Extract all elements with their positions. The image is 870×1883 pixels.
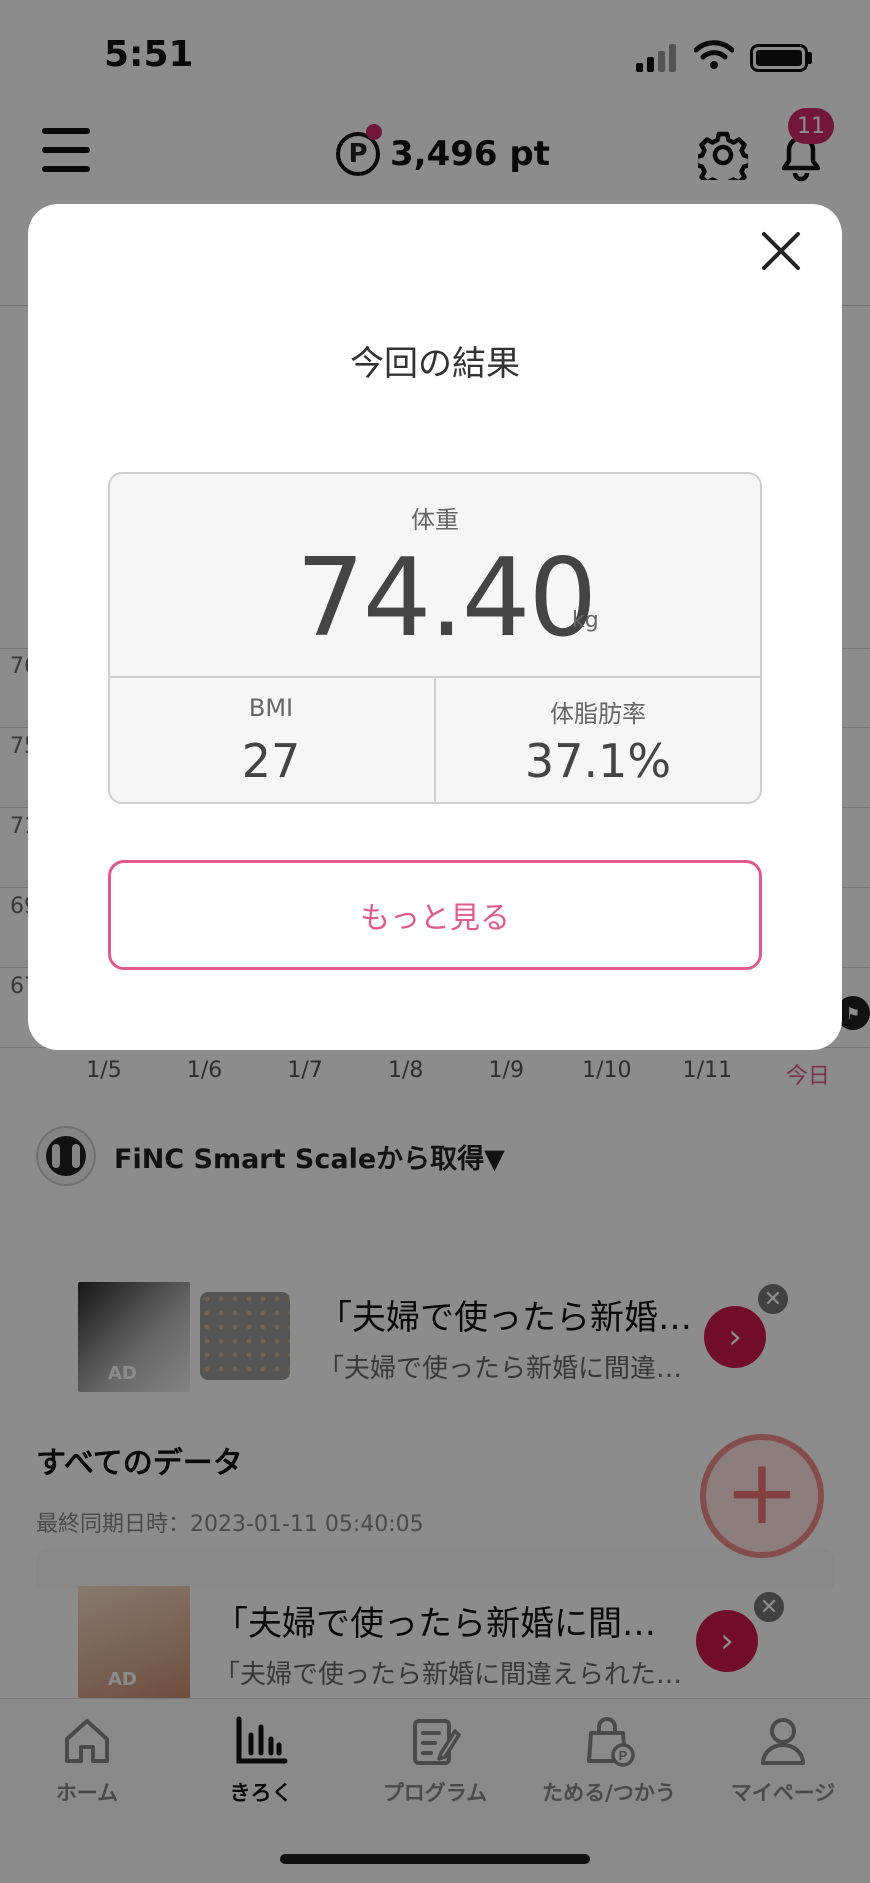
body-fat-label: 体脂肪率 — [550, 700, 646, 728]
weight-unit: kg — [572, 608, 599, 633]
bmi-value: 27 — [241, 734, 301, 788]
weight-label: 体重 — [411, 506, 459, 534]
home-indicator[interactable] — [280, 1854, 590, 1864]
body-fat-value: 37.1% — [524, 734, 672, 788]
see-more-button[interactable]: もっと見る — [108, 860, 762, 970]
weight-value: 74.40 — [296, 536, 597, 661]
close-icon[interactable] — [756, 226, 806, 276]
modal-title: 今回の結果 — [350, 344, 520, 384]
bmi-label: BMI — [248, 694, 294, 722]
